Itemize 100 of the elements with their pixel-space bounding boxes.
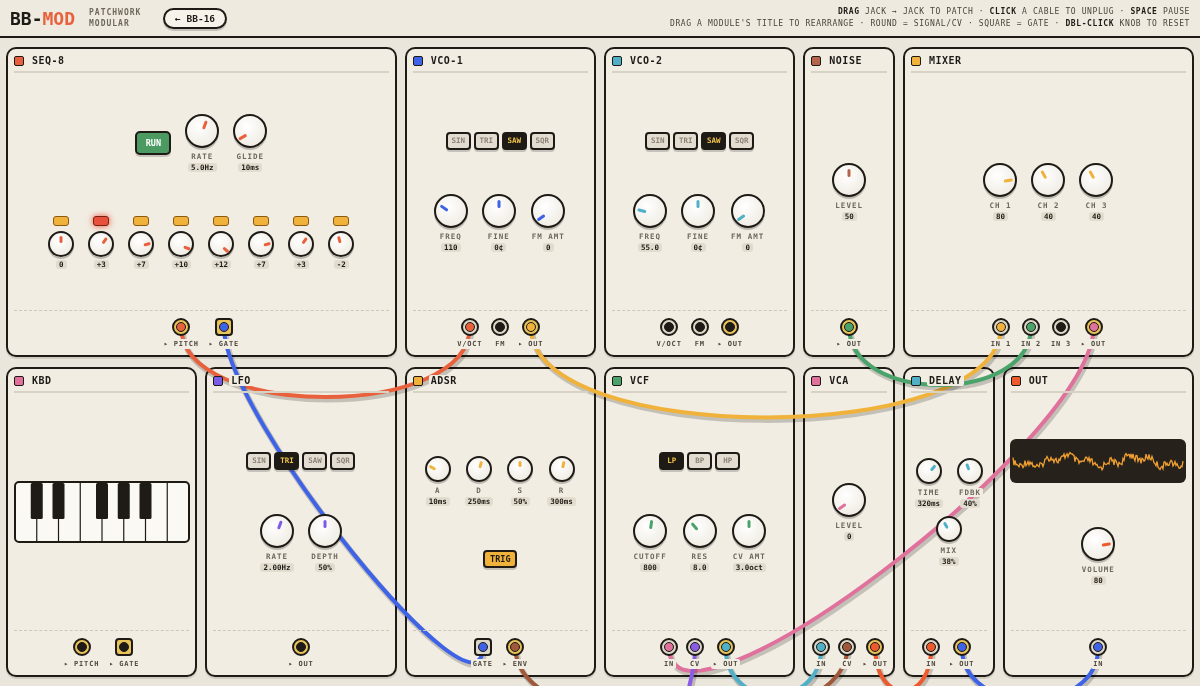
trigger-button[interactable]: TRIG <box>483 549 518 568</box>
knob[interactable] <box>1081 526 1116 561</box>
knob-pointer <box>439 203 449 212</box>
jack[interactable] <box>491 318 510 336</box>
knob[interactable] <box>328 231 355 257</box>
knob[interactable] <box>128 231 155 257</box>
knob-pointer <box>747 519 751 529</box>
step-led[interactable] <box>93 216 110 226</box>
jack[interactable] <box>991 318 1010 336</box>
knob[interactable] <box>915 457 942 484</box>
knob-pointer <box>1102 541 1112 547</box>
module-title[interactable]: VCO-1 <box>428 55 466 66</box>
knob-pointer <box>736 213 746 222</box>
knob-pointer <box>560 460 566 468</box>
knob[interactable] <box>185 114 220 148</box>
jack[interactable] <box>460 318 479 336</box>
module-title[interactable]: NOISE <box>827 55 864 66</box>
jack[interactable] <box>1084 318 1103 336</box>
knob-pointer <box>276 519 283 530</box>
jack[interactable] <box>840 318 859 336</box>
jack[interactable] <box>812 638 831 656</box>
knob[interactable] <box>168 231 195 257</box>
module-title[interactable]: DELAY <box>927 375 964 386</box>
knob[interactable] <box>433 193 468 228</box>
jack[interactable] <box>690 318 709 336</box>
jack[interactable] <box>72 638 91 656</box>
knob[interactable] <box>531 193 566 228</box>
module-title[interactable]: ADSR <box>428 375 459 386</box>
knob[interactable] <box>681 193 716 228</box>
knob[interactable] <box>732 513 767 548</box>
patch-button[interactable]: ← BB-16 <box>163 7 228 29</box>
module-title[interactable]: OUT <box>1026 375 1051 386</box>
knob[interactable] <box>507 455 534 482</box>
knob-pointer <box>497 199 501 209</box>
jack[interactable] <box>660 638 679 656</box>
knob[interactable] <box>548 455 575 482</box>
module-title[interactable]: VCF <box>628 375 652 386</box>
jack[interactable] <box>1089 638 1108 656</box>
help-text: DRAG A MODULE'S TITLE TO REARRANGE · ROUND = SIGNAL/CV · SQUARE = GATE · DBL-CLICK KNOB TO RESET <box>670 18 1190 30</box>
step-led[interactable] <box>253 216 270 226</box>
knob[interactable] <box>260 513 294 548</box>
module-title[interactable]: VCO-2 <box>628 55 665 66</box>
jack[interactable] <box>686 638 705 656</box>
knob-pointer <box>59 236 63 243</box>
module-title[interactable]: KBD <box>30 375 54 386</box>
knob[interactable] <box>682 513 717 548</box>
jack[interactable] <box>721 318 740 336</box>
knob[interactable] <box>308 513 342 548</box>
knob-pointer <box>238 133 248 141</box>
knob[interactable] <box>48 231 75 257</box>
knob-pointer <box>942 521 949 529</box>
step-led[interactable] <box>173 216 190 226</box>
step-led[interactable] <box>333 216 350 226</box>
step-led[interactable] <box>213 216 230 226</box>
knob[interactable] <box>233 114 268 148</box>
knob-pointer <box>222 246 230 254</box>
jack[interactable] <box>115 638 134 656</box>
knob[interactable] <box>633 193 668 228</box>
knob[interactable] <box>288 231 315 257</box>
module-title[interactable]: LFO <box>229 375 253 386</box>
knob-pointer <box>1088 169 1096 179</box>
knob[interactable] <box>730 193 765 228</box>
module-title[interactable]: VCA <box>827 375 851 386</box>
module-title[interactable]: SEQ-8 <box>30 55 67 66</box>
jack[interactable] <box>1021 318 1040 336</box>
knob[interactable] <box>983 162 1018 197</box>
knob-pointer <box>478 460 483 468</box>
piano-keyboard[interactable] <box>13 480 190 543</box>
step-led[interactable] <box>53 216 70 226</box>
knob[interactable] <box>88 231 115 257</box>
jack[interactable] <box>1052 318 1070 336</box>
knob[interactable] <box>1031 162 1066 197</box>
jack[interactable] <box>473 638 492 656</box>
knob[interactable] <box>633 513 668 548</box>
knob-pointer <box>518 460 522 468</box>
step-led[interactable] <box>293 216 310 226</box>
knob[interactable] <box>957 457 984 484</box>
step-led[interactable] <box>133 216 150 226</box>
jack[interactable] <box>172 318 191 336</box>
knob[interactable] <box>1079 162 1114 197</box>
jack[interactable] <box>660 318 679 336</box>
knob[interactable] <box>424 455 451 482</box>
module-title[interactable]: MIXER <box>927 55 964 66</box>
jack[interactable] <box>716 638 735 656</box>
knob[interactable] <box>481 193 516 228</box>
jack[interactable] <box>838 638 857 656</box>
knob[interactable] <box>466 455 492 482</box>
jack[interactable] <box>866 638 885 656</box>
jack[interactable] <box>952 638 971 656</box>
jack[interactable] <box>506 638 525 656</box>
knob-pointer <box>837 502 847 511</box>
knob[interactable] <box>208 231 235 257</box>
jack[interactable] <box>292 638 310 656</box>
knob[interactable] <box>248 231 275 257</box>
knob[interactable] <box>935 515 962 542</box>
jack[interactable] <box>521 318 540 336</box>
jack[interactable] <box>922 638 941 656</box>
knob[interactable] <box>832 482 867 517</box>
jack[interactable] <box>214 318 233 336</box>
knob[interactable] <box>832 162 867 197</box>
